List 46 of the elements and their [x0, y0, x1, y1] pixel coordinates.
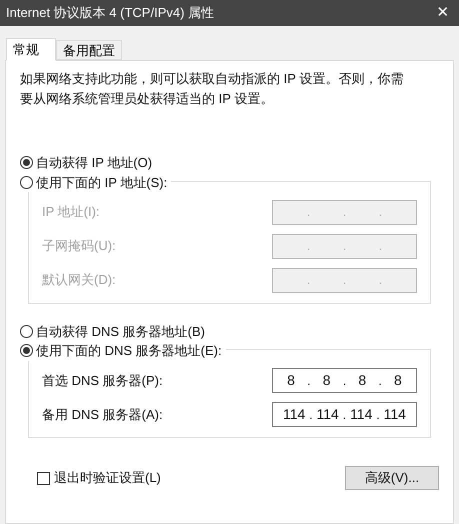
- dot-separator: .: [378, 238, 382, 255]
- advanced-button[interactable]: 高级(V)...: [345, 466, 439, 490]
- dot-separator: .: [306, 272, 310, 289]
- field-label: IP 地址(I):: [42, 203, 100, 222]
- octet-text: 8: [358, 371, 366, 390]
- dot-separator: .: [378, 272, 382, 289]
- ip-address-field[interactable]: 114 . 114 . 114 . 114: [272, 402, 417, 427]
- dot-separator: .: [376, 406, 380, 424]
- dot-separator: .: [378, 204, 382, 221]
- radio-label[interactable]: 自动获得 DNS 服务器地址(B): [36, 322, 205, 341]
- dot-separator: .: [342, 372, 346, 390]
- dot-separator: .: [378, 372, 382, 390]
- dot-separator: .: [342, 238, 346, 255]
- radio-label[interactable]: 自动获得 IP 地址(O): [36, 153, 152, 172]
- close-button[interactable]: ✕: [433, 2, 453, 24]
- octet-text: 8: [394, 371, 402, 390]
- field-label: 子网掩码(U):: [42, 237, 116, 256]
- checkbox-label[interactable]: 退出时验证设置(L): [54, 468, 161, 488]
- dot-separator: .: [342, 204, 346, 221]
- ip-address-field[interactable]: 8 . 8 . 8 . 8: [272, 368, 417, 393]
- radio-label[interactable]: 使用下面的 DNS 服务器地址(E):: [36, 341, 222, 360]
- radio-button[interactable]: [20, 156, 33, 170]
- octet-text: 114: [350, 405, 372, 424]
- dot-separator: .: [306, 238, 310, 255]
- tab[interactable]: 备用配置: [56, 40, 122, 60]
- window-title: Internet 协议版本 4 (TCP/IPv4) 属性: [6, 4, 214, 22]
- dot-separator: .: [342, 272, 346, 289]
- octet-text: 114: [282, 405, 306, 424]
- dot-separator: .: [342, 406, 346, 424]
- dot-separator: .: [309, 406, 313, 424]
- field-label: 首选 DNS 服务器(P):: [42, 372, 163, 390]
- checkbox[interactable]: [37, 472, 50, 484]
- octet-text: 8: [322, 371, 331, 390]
- radio-button[interactable]: [20, 344, 33, 358]
- dot-separator: .: [307, 372, 311, 390]
- dot-separator: .: [306, 204, 310, 221]
- octet-text: 8: [287, 371, 295, 390]
- radio-button[interactable]: [20, 176, 33, 189]
- radio-button[interactable]: [20, 324, 33, 338]
- field-label: 备用 DNS 服务器(A):: [42, 406, 163, 424]
- tab[interactable]: 常规: [6, 38, 56, 61]
- description-text: 如果网络支持此功能，则可以获取自动指派的 IP 设置。否则，你需要从网络系统管理员处获得适当的 IP 设置。: [19, 70, 404, 108]
- octet-text: 114: [316, 405, 339, 424]
- octet-text: 114: [384, 405, 406, 424]
- radio-label[interactable]: 使用下面的 IP 地址(S):: [36, 172, 168, 192]
- field-label: 默认网关(D):: [42, 271, 116, 290]
